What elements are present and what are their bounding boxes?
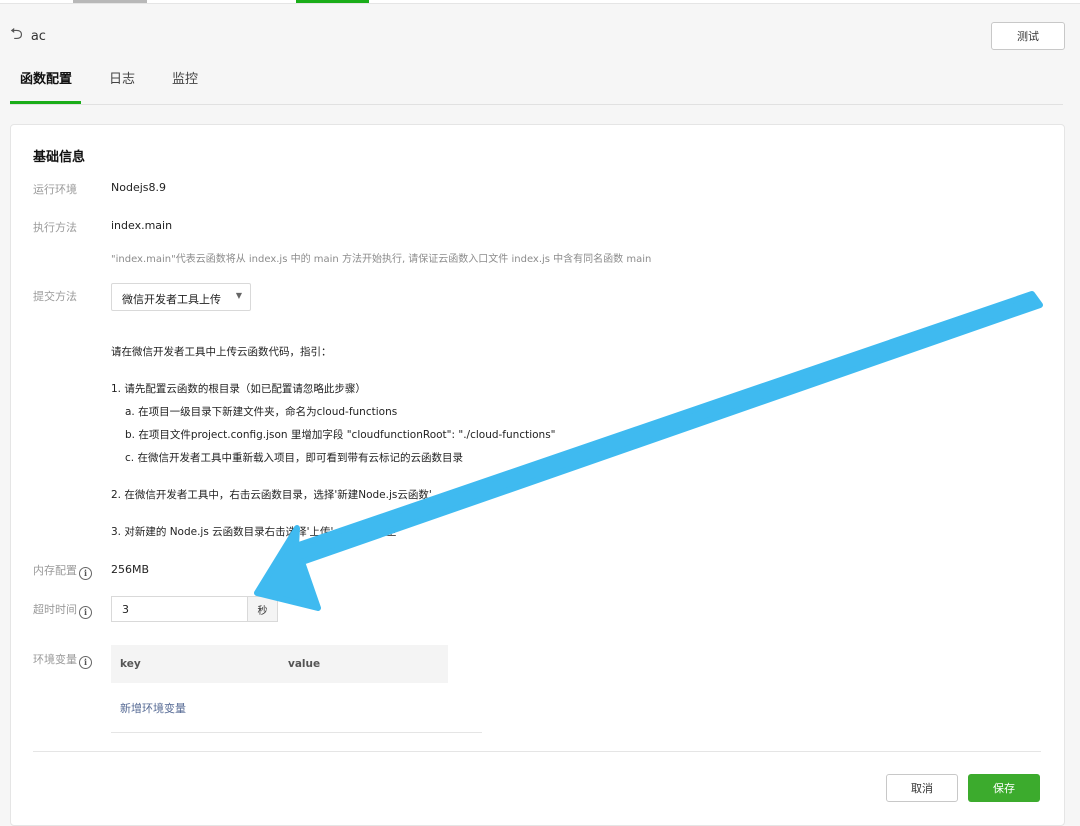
runtime-label: 运行环境 (33, 183, 77, 196)
save-button[interactable]: 保存 (968, 774, 1040, 802)
timeout-label-text: 超时时间 (33, 603, 77, 616)
timeout-input-value: 3 (122, 603, 129, 616)
active-tab-indicator (10, 101, 81, 104)
guide-step-3: 3. 对新建的 Node.js 云函数目录右击选择'上传'，即可同步至 (111, 526, 397, 538)
dropdown-caret-icon: ▼ (235, 291, 242, 300)
env-vars-label-text: 环境变量 (33, 653, 77, 666)
top-tab-strip (0, 0, 1080, 4)
runtime-value: Nodejs8.9 (111, 181, 166, 194)
submit-method-label: 提交方法 (33, 290, 77, 303)
test-button[interactable]: 测试 (991, 22, 1065, 50)
handler-value: index.main (111, 219, 173, 232)
submit-method-value: 微信开发者工具上传 (122, 293, 221, 306)
config-panel: 基础信息 运行环境 Nodejs8.9 执行方法 index.main "ind… (10, 124, 1065, 826)
timeout-label: 超时时间 i (33, 601, 92, 619)
guide-intro: 请在微信开发者工具中上传云函数代码，指引： (111, 346, 332, 358)
tab-logs[interactable]: 日志 (109, 68, 135, 87)
section-title: 基础信息 (33, 150, 86, 165)
env-vars-table-header: key value (111, 645, 448, 683)
top-tab-indicator-green (296, 0, 369, 3)
info-icon[interactable]: i (79, 567, 92, 580)
env-vars-divider (111, 732, 482, 733)
timeout-unit: 秒 (247, 596, 278, 622)
tab-function-config[interactable]: 函数配置 (20, 68, 72, 87)
undo-arrow-icon[interactable]: ⮌ (10, 23, 23, 50)
env-vars-label: 环境变量 i (33, 651, 92, 669)
env-key-header: key (120, 658, 141, 670)
memory-value: 256MB (111, 563, 150, 576)
handler-label: 执行方法 (33, 221, 77, 234)
memory-label: 内存配置 i (33, 562, 92, 580)
info-icon[interactable]: i (79, 606, 92, 619)
top-tab-indicator-gray (73, 0, 147, 3)
footer-divider (33, 751, 1041, 752)
guide-step-2: 2. 在微信开发者工具中，右击云函数目录，选择'新建Node.js云函数' (111, 489, 432, 501)
env-value-header: value (288, 658, 321, 670)
tab-monitor[interactable]: 监控 (172, 68, 198, 87)
timeout-input[interactable]: 3 (111, 596, 247, 622)
memory-label-text: 内存配置 (33, 564, 77, 577)
guide-step-1a: a. 在项目一级目录下新建文件夹，命名为cloud-functions (125, 406, 398, 418)
guide-step-1b: b. 在项目文件project.config.json 里增加字段 "cloud… (125, 429, 556, 441)
add-env-var-link[interactable]: 新增环境变量 (120, 700, 186, 716)
guide-step-1: 1. 请先配置云函数的根目录（如已配置请忽略此步骤） (111, 383, 366, 395)
submit-method-select[interactable]: 微信开发者工具上传 ▼ (111, 283, 251, 311)
handler-hint: "index.main"代表云函数将从 index.js 中的 main 方法开… (111, 254, 652, 265)
info-icon[interactable]: i (79, 656, 92, 669)
function-name: ac (30, 28, 46, 44)
back-link[interactable]: ⮌ ac (10, 24, 46, 46)
cancel-button[interactable]: 取消 (886, 774, 958, 802)
config-tabs: 函数配置 日志 监控 (10, 60, 1063, 105)
guide-step-1c: c. 在微信开发者工具中重新载入项目，即可看到带有云标记的云函数目录 (125, 452, 463, 464)
